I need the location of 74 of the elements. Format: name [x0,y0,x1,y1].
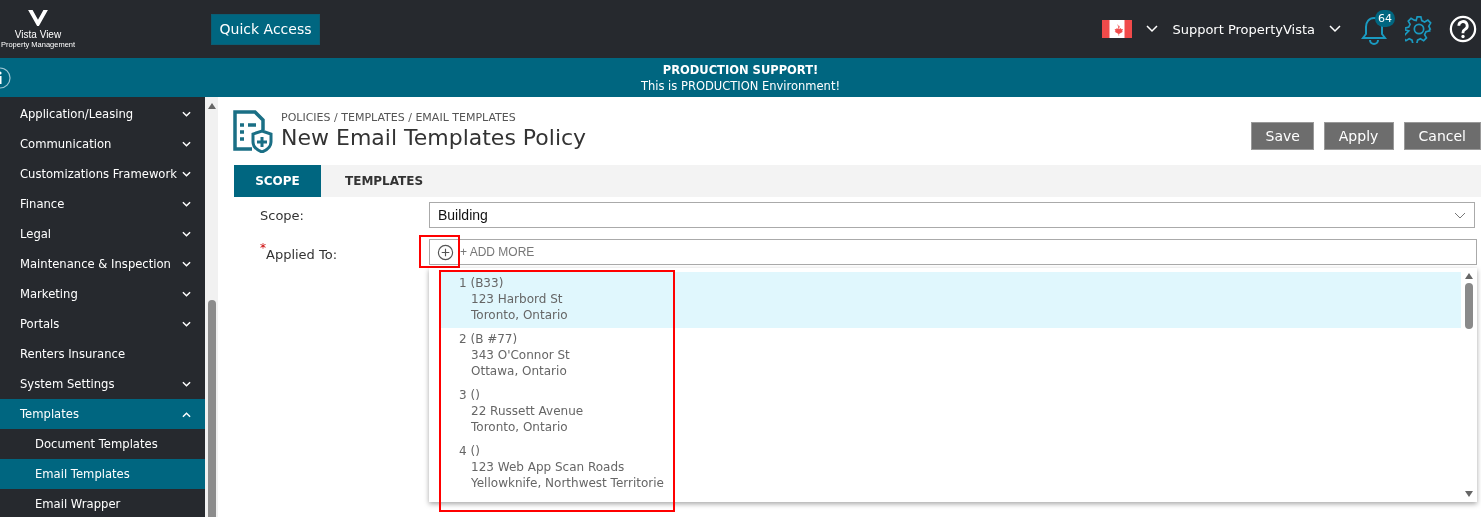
dropdown-option[interactable]: 3 () 22 Russett Avenue Toronto, Ontario [439,384,1461,440]
chevron-down-icon [182,380,191,388]
sidebar-item[interactable]: Communication [0,129,205,159]
option-title: 3 () [459,387,481,403]
option-title: 1 (B33) [459,275,505,291]
dropdown-option[interactable]: 1 (B33) 123 Harbord St Toronto, Ontario [439,272,1461,328]
option-street: 123 Web App Scan Roads [470,459,626,475]
sidebar-item[interactable]: Marketing [0,279,205,309]
chevron-down-icon [182,140,191,148]
chevron-down-icon [182,230,191,238]
dropdown-option[interactable]: 4 () 123 Web App Scan Roads Yellowknife, Northwest Territorie [439,440,1461,496]
sidebar-subitem[interactable]: Document Templates [0,429,205,459]
tab[interactable]: TEMPLATES [321,165,448,197]
add-more-input[interactable]: + ADD MORE [460,245,1476,259]
scroll-up-icon[interactable] [1464,272,1474,280]
action-button[interactable]: Save [1250,122,1314,150]
chevron-up-icon [182,410,191,418]
sidebar-subitem[interactable]: Email Wrapper [0,489,205,517]
sidebar-item[interactable]: Templates [0,399,205,429]
chevron-down-icon [182,320,191,328]
option-street: 123 Harbord St [470,291,564,307]
field-label: Scope: [259,207,305,223]
scrollbar-thumb[interactable] [207,300,216,517]
logo-name: Vista View [14,29,62,40]
page-title: New Email Templates Policy [281,123,587,152]
document-shield-icon [230,109,274,153]
quick-access-button[interactable]: Quick Access [211,13,320,45]
chevron-down-icon [182,170,191,178]
tab[interactable]: SCOPE [234,165,321,197]
dropdown-option[interactable]: 2 (B #77) 343 O'Connor St Ottawa, Ontario [439,328,1461,384]
option-title: 4 () [459,443,481,459]
action-button[interactable]: Cancel [1403,122,1481,150]
chevron-down-icon [1454,211,1466,219]
help-icon[interactable] [1449,15,1477,43]
scope-select[interactable]: Building [429,202,1475,228]
sidebar-item[interactable]: Portals [0,309,205,339]
sidebar-item[interactable]: Maintenance & Inspection [0,249,205,279]
notification-badge: 64 [1375,10,1395,27]
option-city: Toronto, Ontario [470,419,569,435]
option-title: 2 (B #77) [459,331,519,347]
option-city: Yellowknife, Northwest Territorie [470,475,665,491]
add-icon[interactable] [436,243,454,261]
applied-to-field[interactable]: + ADD MORE [429,239,1477,265]
option-city: Ottawa, Ontario [470,363,568,379]
chevron-down-icon[interactable] [1146,25,1159,33]
option-street: 343 O'Connor St [470,347,571,363]
chevron-down-icon [182,200,191,208]
chevron-down-icon [182,290,191,298]
chevron-down-icon [182,260,191,268]
action-button[interactable]: Apply [1323,122,1394,150]
banner-message: This is PRODUCTION Environment! [640,77,840,94]
logo-icon [27,9,49,27]
chevron-down-icon [182,110,191,118]
sidebar-item[interactable]: System Settings [0,369,205,399]
option-street: 22 Russett Avenue [470,403,585,419]
breadcrumb: POLICIES / TEMPLATES / EMAIL TEMPLATES [281,110,517,124]
sidebar-subitem[interactable]: Email Templates [0,459,205,489]
scroll-up-icon[interactable] [206,102,217,110]
flag-icon[interactable] [1102,20,1133,38]
scroll-down-icon[interactable] [1464,490,1474,498]
user-menu[interactable]: Support PropertyVista [1172,21,1315,37]
sidebar-item[interactable]: Legal [0,219,205,249]
option-city: Toronto, Ontario [470,307,569,323]
sidebar-item[interactable]: Finance [0,189,205,219]
sidebar-item[interactable]: Customizations Framework [0,159,205,189]
sidebar-item[interactable]: Renters Insurance [0,339,205,369]
chevron-down-icon[interactable] [1329,25,1341,33]
info-icon[interactable] [0,66,12,90]
field-label: *Applied To: [259,242,339,262]
sidebar-item[interactable]: Application/Leasing [0,99,205,129]
required-asterisk: * [260,240,266,255]
scrollbar-thumb[interactable] [1465,283,1473,329]
banner-title: PRODUCTION SUPPORT! [662,61,819,78]
settings-icon[interactable] [1405,15,1433,43]
